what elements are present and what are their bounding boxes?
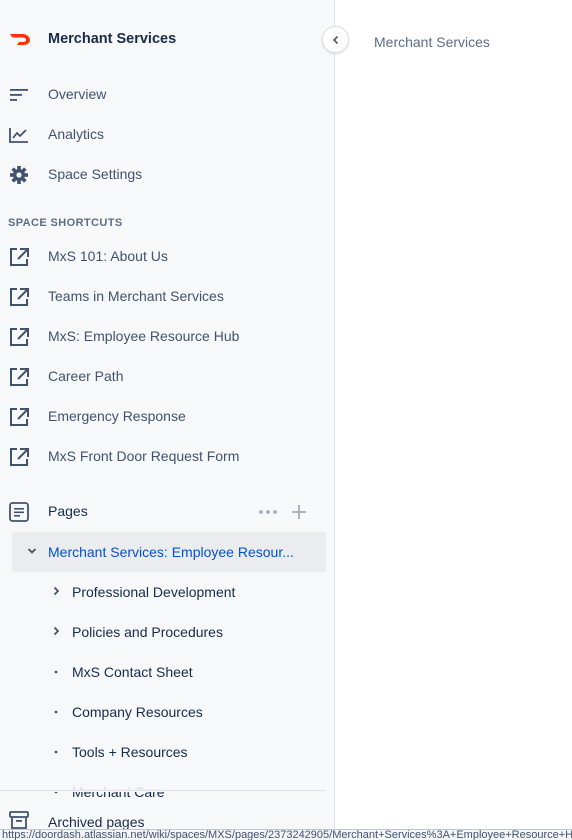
- shortcut-label: MxS Front Door Request Form: [48, 448, 240, 464]
- chevron-left-icon: [332, 35, 338, 44]
- external-link-icon: [10, 328, 29, 346]
- shortcut-item[interactable]: Emergency Response: [0, 401, 334, 433]
- chevron-right-icon[interactable]: [50, 585, 62, 597]
- external-link-icon: [10, 248, 29, 266]
- nav-overview-label: Overview: [48, 86, 107, 102]
- external-link-icon: [10, 448, 29, 466]
- space-header[interactable]: Merchant Services: [0, 22, 320, 56]
- bullet-dot-icon: [54, 750, 58, 754]
- external-link-icon: [10, 368, 29, 386]
- more-dots-icon[interactable]: [256, 502, 280, 522]
- archive-box-icon: [9, 811, 29, 829]
- page-tree-item[interactable]: MxS Contact Sheet: [0, 652, 334, 692]
- page-tree-label: Company Resources: [72, 704, 203, 720]
- nav-analytics[interactable]: Analytics: [0, 119, 334, 151]
- nav-space-settings[interactable]: Space Settings: [0, 159, 334, 191]
- shortcut-label: MxS: Employee Resource Hub: [48, 328, 240, 344]
- nav-overview[interactable]: Overview: [0, 79, 334, 111]
- sidebar-divider: [0, 790, 326, 791]
- nav-analytics-label: Analytics: [48, 126, 105, 142]
- bullet-dot-icon: [54, 670, 58, 674]
- gear-icon: [10, 166, 28, 184]
- page-tree-item[interactable]: Professional Development: [0, 572, 334, 612]
- shortcut-item[interactable]: MxS 101: About Us: [0, 241, 334, 273]
- breadcrumb[interactable]: Merchant Services: [374, 34, 490, 50]
- page-tree-item[interactable]: Policies and Procedures: [0, 612, 334, 652]
- page-tree-label: MxS Contact Sheet: [72, 664, 193, 680]
- archived-pages-label: Archived pages: [48, 814, 145, 830]
- line-chart-icon: [9, 128, 28, 143]
- page-tree-label: Tools + Resources: [72, 744, 188, 760]
- shortcut-item[interactable]: MxS: Employee Resource Hub: [0, 321, 334, 353]
- page-tree-label: Policies and Procedures: [72, 624, 223, 640]
- shortcut-label: Emergency Response: [48, 408, 186, 424]
- external-link-icon: [10, 408, 29, 426]
- shortcut-label: Teams in Merchant Services: [48, 288, 224, 304]
- sort-lines-icon: [10, 89, 28, 101]
- document-icon: [9, 502, 29, 522]
- pages-label: Pages: [48, 503, 88, 519]
- page-tree-item[interactable]: Company Resources: [0, 692, 334, 732]
- status-url: https://doordash.atlassian.net/wiki/spac…: [2, 829, 572, 840]
- space-shortcuts-heading: SPACE SHORTCUTS: [8, 217, 123, 229]
- page-tree-label: Professional Development: [72, 584, 236, 600]
- chevron-right-icon[interactable]: [50, 625, 62, 637]
- chevron-down-icon[interactable]: [26, 545, 38, 557]
- external-link-icon: [10, 288, 29, 306]
- shortcut-item[interactable]: Teams in Merchant Services: [0, 281, 334, 313]
- page-tree-item[interactable]: Tools + Resources: [0, 732, 334, 772]
- shortcut-label: Career Path: [48, 368, 124, 384]
- doordash-logo-icon: [10, 34, 30, 45]
- page-tree-label: Merchant Services: Employee Resour...: [48, 544, 294, 560]
- shortcut-item[interactable]: MxS Front Door Request Form: [0, 441, 334, 473]
- sidebar: Merchant Services Overview Analytics Spa…: [0, 0, 335, 840]
- space-title[interactable]: Merchant Services: [48, 31, 176, 47]
- shortcut-item[interactable]: Career Path: [0, 361, 334, 393]
- plus-icon[interactable]: [290, 503, 308, 521]
- status-bar: https://doordash.atlassian.net/wiki/spac…: [0, 829, 572, 840]
- bullet-dot-icon: [54, 710, 58, 714]
- collapse-sidebar-button[interactable]: [322, 26, 349, 53]
- shortcut-label: MxS 101: About Us: [48, 248, 168, 264]
- nav-space-settings-label: Space Settings: [48, 166, 143, 182]
- main-content: Merchant Services: [336, 0, 572, 840]
- page-tree-item-selected[interactable]: Merchant Services: Employee Resour...: [12, 532, 326, 572]
- pages-actions: [256, 502, 312, 522]
